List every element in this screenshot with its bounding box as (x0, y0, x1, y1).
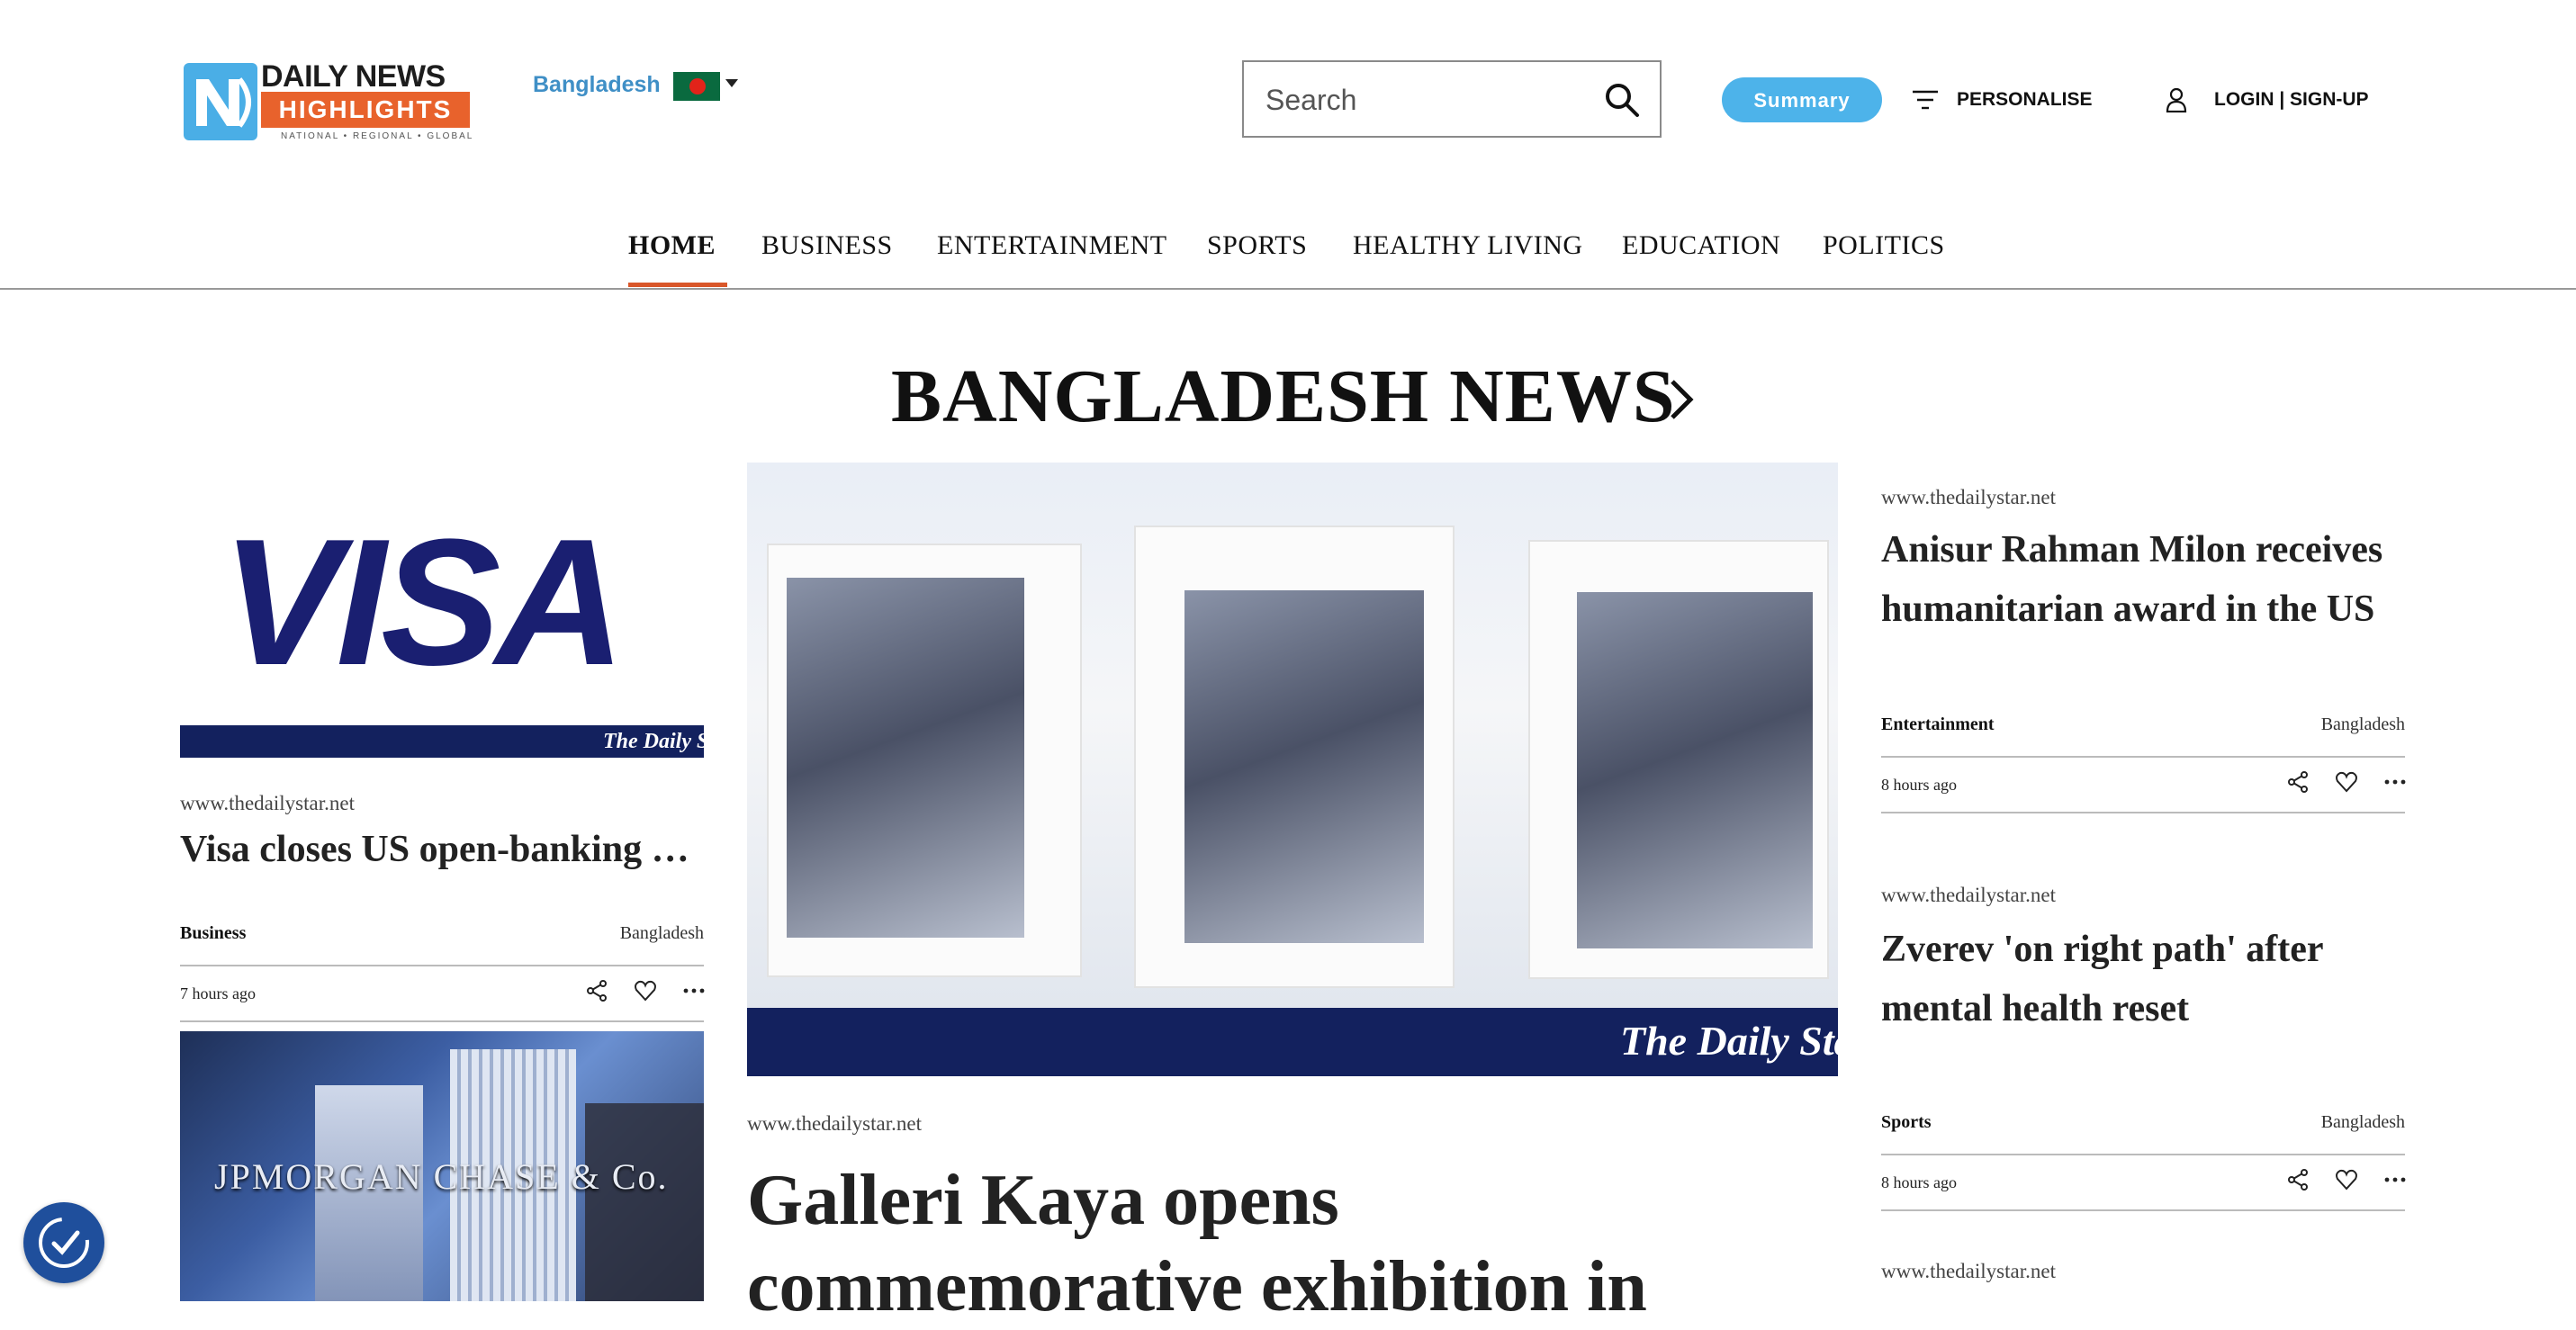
article-headline[interactable]: Visa closes US open-banking deal (180, 828, 702, 871)
article-meta: Sports Bangladesh (1881, 1112, 2405, 1133)
main-nav: HOME BUSINESS ENTERTAINMENT SPORTS HEALT… (0, 212, 2576, 290)
filter-icon (1913, 90, 1938, 110)
article-headline[interactable]: Zverev 'on right path' after mental heal… (1881, 920, 2405, 1038)
user-icon (2166, 87, 2187, 112)
heart-icon[interactable] (2335, 1168, 2358, 1191)
article-source[interactable]: www.thedailystar.net (1881, 1260, 2056, 1283)
divider (180, 1020, 704, 1022)
article-region[interactable]: Bangladesh (2321, 1112, 2405, 1133)
nav-item-politics[interactable]: POLITICS (1823, 230, 1945, 261)
logo-text-highlights: HIGHLIGHTS (261, 92, 470, 128)
logo-text-daily-news: DAILY NEWS (261, 59, 446, 94)
article-source[interactable]: www.thedailystar.net (180, 792, 355, 815)
nav-item-sports[interactable]: SPORTS (1207, 230, 1307, 261)
search-input[interactable] (1264, 78, 1591, 121)
article-actions (2286, 1168, 2407, 1191)
divider (1881, 756, 2405, 758)
article-region[interactable]: Bangladesh (620, 923, 704, 944)
photo-frame (767, 544, 1082, 977)
personalise-label: PERSONALISE (1957, 89, 2093, 110)
article-source[interactable]: www.thedailystar.net (747, 1112, 922, 1136)
article-image-jpmorgan[interactable]: JPMORGAN CHASE & Co. (180, 1031, 704, 1301)
nav-item-healthy-living[interactable]: HEALTHY LIVING (1353, 230, 1583, 261)
divider (1881, 812, 2405, 813)
more-icon[interactable] (2383, 1168, 2407, 1191)
article-actions (2286, 770, 2407, 794)
article-headline[interactable]: Galleri Kaya opens commemorative exhibit… (747, 1157, 1838, 1330)
caret-down-icon[interactable] (725, 79, 738, 87)
more-icon[interactable] (2383, 770, 2407, 794)
daily-star-watermark: The Daily Star (747, 1008, 1838, 1076)
nav-item-business[interactable]: BUSINESS (761, 230, 893, 261)
search-box[interactable] (1242, 60, 1662, 138)
summary-button[interactable]: Summary (1722, 77, 1882, 122)
article-time: 8 hours ago (1881, 1173, 1957, 1191)
nav-item-education[interactable]: EDUCATION (1622, 230, 1780, 261)
heart-icon[interactable] (634, 979, 657, 1002)
daily-star-watermark: The Daily Star (180, 725, 704, 758)
article-headline[interactable]: Anisur Rahman Milon receives humanitaria… (1881, 520, 2405, 639)
article-time: 8 hours ago (1881, 776, 1957, 794)
jpmorgan-sign: JPMORGAN CHASE & Co. (214, 1156, 669, 1197)
article-category[interactable]: Entertainment (1881, 714, 1995, 735)
nav-item-entertainment[interactable]: ENTERTAINMENT (937, 230, 1167, 261)
article-time: 7 hours ago (180, 984, 256, 1002)
login-button[interactable]: LOGIN | SIGN-UP (2166, 81, 2369, 119)
visa-logo: VISA (221, 502, 626, 703)
divider (1881, 1209, 2405, 1211)
article-image-visa[interactable]: VISA The Daily Star (180, 463, 704, 758)
logo-tagline: NATIONAL • REGIONAL • GLOBAL (281, 131, 474, 141)
photo-frame (1134, 526, 1455, 988)
chevron-right-icon[interactable] (1665, 376, 1698, 423)
article-category[interactable]: Sports (1881, 1112, 1932, 1133)
personalise-button[interactable]: PERSONALISE (1912, 81, 2093, 119)
login-label: LOGIN | SIGN-UP (2214, 89, 2369, 110)
divider (180, 965, 704, 966)
article-source[interactable]: www.thedailystar.net (1881, 884, 2056, 907)
logo-mark-icon (184, 63, 257, 140)
site-logo[interactable]: DAILY NEWS HIGHLIGHTS NATIONAL • REGIONA… (184, 59, 472, 146)
accessibility-widget-button[interactable] (23, 1202, 104, 1283)
nav-item-home[interactable]: HOME (628, 230, 716, 261)
article-actions (585, 979, 706, 1002)
search-icon[interactable] (1604, 82, 1640, 118)
bangladesh-flag-icon[interactable] (673, 72, 720, 101)
article-region[interactable]: Bangladesh (2321, 714, 2405, 735)
share-icon[interactable] (2286, 770, 2310, 794)
heart-icon[interactable] (2335, 770, 2358, 794)
divider (1881, 1154, 2405, 1155)
article-source[interactable]: www.thedailystar.net (1881, 486, 2056, 509)
accessibility-icon (39, 1218, 89, 1268)
nav-active-indicator (628, 283, 727, 287)
section-title[interactable]: BANGLADESH NEWS (891, 353, 1676, 440)
share-icon[interactable] (585, 979, 608, 1002)
more-icon[interactable] (682, 979, 706, 1002)
article-image-gallery[interactable]: The Daily Star (747, 463, 1838, 1076)
share-icon[interactable] (2286, 1168, 2310, 1191)
photo-frame (1528, 540, 1829, 979)
article-meta: Business Bangladesh (180, 923, 704, 944)
country-selector-label[interactable]: Bangladesh (533, 72, 661, 98)
article-meta: Entertainment Bangladesh (1881, 714, 2405, 735)
article-category[interactable]: Business (180, 923, 246, 944)
